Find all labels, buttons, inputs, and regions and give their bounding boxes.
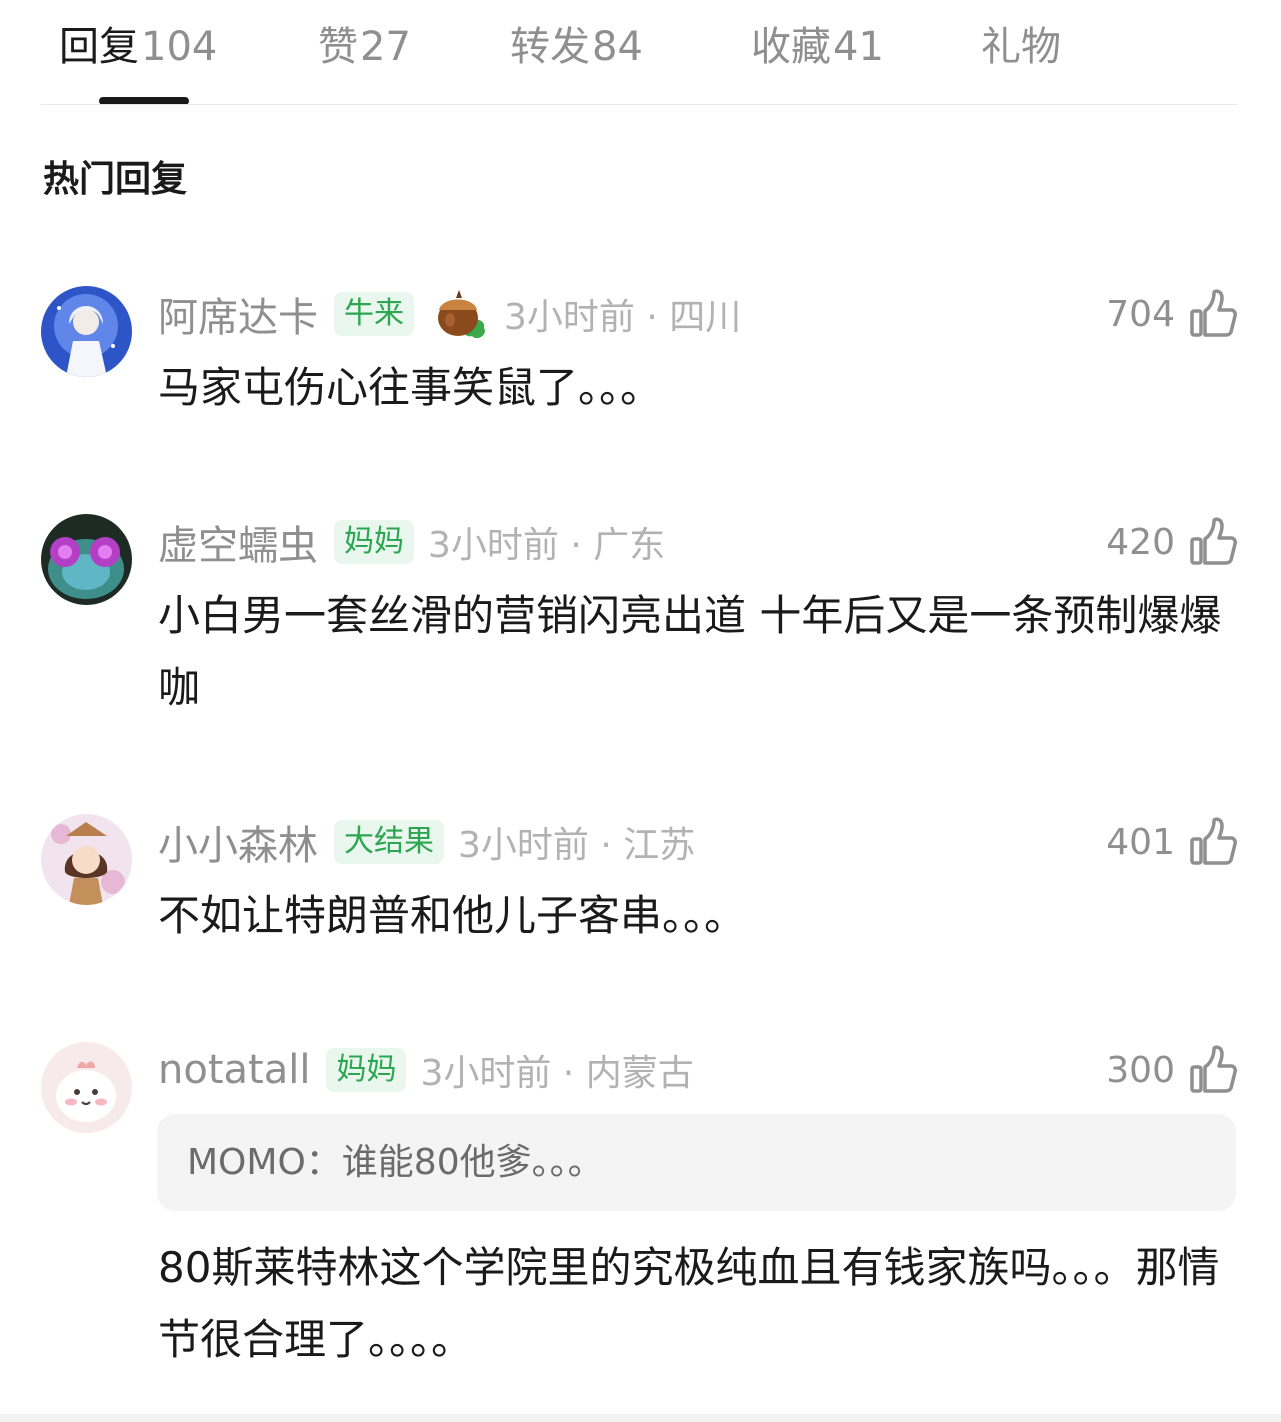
fan-badge[interactable]: 大结果 xyxy=(334,820,444,864)
comment-meta: 小小森林 大结果 3小时前 · 江苏 xyxy=(158,814,695,870)
like-count: 401 xyxy=(1106,821,1175,863)
post-time: 3小时前 · 内蒙古 xyxy=(420,1053,694,1094)
section-title: 热门回复 xyxy=(43,159,188,200)
comment-meta: 虚空蠕虫 妈妈 3小时前 · 广东 xyxy=(158,514,665,570)
comment-meta: notatall 妈妈 3小时前 · 内蒙古 xyxy=(158,1042,694,1098)
tab-divider xyxy=(41,104,1237,105)
hazelnut-medal-icon xyxy=(438,290,485,339)
quoted-reply[interactable]: MOMO：谁能80他爹。。。 xyxy=(157,1114,1236,1211)
tab-favorites[interactable]: 收藏41 xyxy=(751,14,884,72)
fan-badge[interactable]: 妈妈 xyxy=(326,1048,407,1092)
like-count: 300 xyxy=(1106,1049,1175,1091)
avatar[interactable] xyxy=(41,514,132,605)
tab-reposts[interactable]: 转发84 xyxy=(510,14,643,72)
tab-gifts[interactable]: 礼物 xyxy=(981,14,1061,72)
tab-count: 84 xyxy=(592,24,643,70)
like-count: 704 xyxy=(1106,293,1175,335)
thumbs-up-icon xyxy=(1190,1045,1237,1093)
username[interactable]: 阿席达卡 xyxy=(158,285,318,343)
tab-label: 礼物 xyxy=(981,24,1061,70)
username[interactable]: 小小森林 xyxy=(158,813,318,871)
like-count: 420 xyxy=(1106,521,1175,563)
like-button[interactable]: 401 xyxy=(1106,814,1237,870)
like-button[interactable]: 704 xyxy=(1106,286,1237,342)
reply-tabs: 回复104 赞27 转发84 收藏41 礼物 xyxy=(0,0,1281,106)
tab-count: 104 xyxy=(141,24,218,70)
post-time: 3小时前 · 广东 xyxy=(428,525,666,566)
username[interactable]: 虚空蠕虫 xyxy=(158,513,318,571)
tab-likes[interactable]: 赞27 xyxy=(318,14,411,72)
tab-count: 27 xyxy=(360,24,411,70)
like-button[interactable]: 420 xyxy=(1106,514,1237,570)
comment-text: 80斯莱特林这个学院里的究极纯血且有钱家族吗。。。那情节很合理了。。。。 xyxy=(158,1243,1220,1364)
avatar[interactable] xyxy=(41,286,132,377)
tab-label: 回复 xyxy=(59,24,139,70)
thumbs-up-icon xyxy=(1190,517,1237,565)
fan-badge[interactable]: 妈妈 xyxy=(334,520,414,564)
thumbs-up-icon xyxy=(1190,817,1237,865)
post-time: 3小时前 · 江苏 xyxy=(458,825,696,866)
avatar[interactable] xyxy=(41,1042,132,1133)
fan-badge[interactable]: 牛来 xyxy=(334,292,414,336)
tab-replies[interactable]: 回复104 xyxy=(59,14,217,72)
post-time: 3小时前 · 四川 xyxy=(504,297,742,338)
bottom-divider xyxy=(0,1414,1281,1422)
tab-label: 收藏 xyxy=(751,24,831,70)
tab-label: 转发 xyxy=(510,24,590,70)
comment-text: 小白男一套丝滑的营销闪亮出道 十年后又是一条预制爆爆咖 xyxy=(158,591,1222,712)
comment-text: 马家屯伤心往事笑鼠了。。。 xyxy=(158,363,663,412)
username[interactable]: notatall xyxy=(158,1047,310,1093)
comment-meta: 阿席达卡 牛来 3小时前 · 四川 xyxy=(158,286,741,342)
thumbs-up-icon xyxy=(1190,289,1237,337)
like-button[interactable]: 300 xyxy=(1106,1042,1237,1098)
tab-label: 赞 xyxy=(318,24,358,70)
tab-count: 41 xyxy=(833,24,884,70)
avatar[interactable] xyxy=(41,814,132,905)
comment-text: 不如让特朗普和他儿子客串。。。 xyxy=(158,891,747,940)
